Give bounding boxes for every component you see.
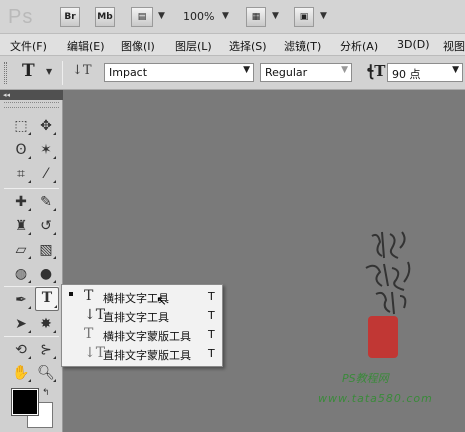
photoshop-window: Ps Br Mb ▤ ▼ 100% ▼ ▦ ▼ ▣ ▼ 文件(F) 编辑(E) … bbox=[0, 0, 465, 432]
font-family-select[interactable]: Impact ▼ bbox=[104, 63, 254, 82]
flyout-item-vertical-type-mask[interactable]: ↓T 直排文字蒙版工具 T bbox=[62, 344, 222, 363]
divider bbox=[4, 188, 59, 189]
selected-bullet-icon bbox=[69, 292, 73, 296]
mouse-cursor-icon: ↖ bbox=[156, 294, 167, 309]
zoom-tool-icon[interactable]: 🔍︎ bbox=[35, 362, 57, 384]
mini-bridge-button[interactable]: Mb bbox=[95, 7, 115, 27]
screen-mode-dropdown-icon[interactable]: ▼ bbox=[320, 11, 327, 21]
marquee-tool-icon[interactable]: ⬚ bbox=[10, 115, 32, 137]
arrange-documents-icon[interactable]: ▦ bbox=[246, 7, 266, 27]
screen-mode-icon[interactable]: ▣ bbox=[294, 7, 314, 27]
options-grip[interactable] bbox=[4, 62, 7, 84]
tools-panel: ◂◂ ⬚ ✥ ʘ ✶ ⌗ ⁄ ✚ ✎ ♜ ↺ ▱ ▧ ◍ ● ✒ T ➤ ✸ ⟲… bbox=[0, 90, 63, 432]
font-style-select[interactable]: Regular ▼ bbox=[260, 63, 352, 82]
type-tool-flyout: T 横排文字工具 T ↓T 直排文字工具 T T 横排文字蒙版工具 T ↓T 直… bbox=[61, 284, 223, 367]
magic-wand-tool-icon[interactable]: ✶ bbox=[35, 139, 57, 161]
pen-tool-icon[interactable]: ✒ bbox=[10, 289, 32, 311]
lasso-tool-icon[interactable]: ʘ bbox=[10, 139, 32, 161]
font-size-value: 90 点 bbox=[392, 68, 421, 81]
zoom-level[interactable]: 100% bbox=[183, 10, 214, 23]
menu-select[interactable]: 选择(S) bbox=[229, 38, 267, 54]
menu-3d[interactable]: 3D(D) bbox=[397, 38, 430, 51]
custom-shape-tool-icon[interactable]: ✸ bbox=[35, 313, 57, 335]
watermark-url: www.tata580.com bbox=[318, 392, 433, 405]
chevron-down-icon: ▼ bbox=[452, 65, 459, 75]
flyout-item-shortcut: T bbox=[208, 347, 215, 360]
panel-collapse-button[interactable]: ◂◂ bbox=[0, 90, 63, 100]
flyout-item-label: 横排文字蒙版工具 bbox=[103, 330, 191, 343]
menu-view[interactable]: 视图 bbox=[443, 38, 465, 54]
hand-tool-icon[interactable]: ✋ bbox=[10, 362, 32, 384]
eyedropper-tool-icon[interactable]: ⁄ bbox=[35, 163, 57, 185]
font-style-value: Regular bbox=[265, 66, 308, 79]
tool-preset-dropdown-icon[interactable]: ▼ bbox=[46, 67, 52, 76]
menu-file[interactable]: 文件(F) bbox=[10, 38, 47, 54]
red-seal-stamp bbox=[368, 316, 398, 358]
history-brush-tool-icon[interactable]: ↺ bbox=[35, 215, 57, 237]
healing-brush-tool-icon[interactable]: ✚ bbox=[10, 191, 32, 213]
swap-colors-icon[interactable]: ↰ bbox=[42, 388, 50, 398]
view-extras-icon[interactable]: ▤ bbox=[131, 7, 153, 27]
flyout-item-label: 直排文字蒙版工具 bbox=[103, 349, 191, 362]
ps-logo: Ps bbox=[8, 6, 34, 28]
options-bar: T ▼ ↓T Impact ▼ Regular ▼ ꞎT 90 点 ▼ bbox=[0, 56, 465, 90]
horizontal-type-icon: T bbox=[84, 288, 94, 304]
flyout-item-horizontal-type[interactable]: T 横排文字工具 T bbox=[62, 287, 222, 306]
flyout-item-shortcut: T bbox=[208, 328, 215, 341]
flyout-item-shortcut: T bbox=[208, 309, 215, 322]
flyout-item-shortcut: T bbox=[208, 290, 215, 303]
3d-orbit-tool-icon[interactable]: ⊱ bbox=[35, 339, 57, 361]
dodge-tool-icon[interactable]: ● bbox=[35, 263, 57, 285]
watermark-site-name: PS教程网 bbox=[342, 372, 389, 385]
divider bbox=[62, 61, 63, 85]
eraser-tool-icon[interactable]: ▱ bbox=[10, 239, 32, 261]
flyout-item-label: 直排文字工具 bbox=[103, 311, 169, 324]
flyout-item-horizontal-type-mask[interactable]: T 横排文字蒙版工具 T bbox=[62, 325, 222, 344]
application-bar: Ps Br Mb ▤ ▼ 100% ▼ ▦ ▼ ▣ ▼ bbox=[0, 0, 465, 34]
divider bbox=[4, 336, 59, 337]
move-tool-icon[interactable]: ✥ bbox=[35, 115, 57, 137]
toggle-text-orientation-icon[interactable]: ↓T bbox=[72, 63, 92, 78]
gradient-tool-icon[interactable]: ▧ bbox=[35, 239, 57, 261]
type-tool-preset-icon[interactable]: T bbox=[22, 61, 35, 81]
font-family-value: Impact bbox=[109, 66, 148, 79]
type-tool-icon[interactable]: T bbox=[35, 287, 59, 311]
horizontal-type-mask-icon: T bbox=[84, 326, 94, 342]
menu-edit[interactable]: 编辑(E) bbox=[67, 38, 105, 54]
foreground-color-swatch[interactable] bbox=[11, 388, 39, 416]
brush-tool-icon[interactable]: ✎ bbox=[35, 191, 57, 213]
chevron-down-icon: ▼ bbox=[243, 65, 250, 75]
font-size-select[interactable]: 90 点 ▼ bbox=[387, 63, 463, 82]
3d-rotate-tool-icon[interactable]: ⟲ bbox=[10, 339, 32, 361]
clone-stamp-tool-icon[interactable]: ♜ bbox=[10, 215, 32, 237]
crop-tool-icon[interactable]: ⌗ bbox=[10, 163, 32, 185]
bridge-button[interactable]: Br bbox=[60, 7, 80, 27]
view-extras-dropdown-icon[interactable]: ▼ bbox=[158, 11, 165, 21]
font-size-icon: ꞎT bbox=[367, 62, 386, 80]
menu-analysis[interactable]: 分析(A) bbox=[340, 38, 378, 54]
zoom-dropdown-icon[interactable]: ▼ bbox=[222, 11, 229, 21]
chevron-down-icon: ▼ bbox=[341, 65, 348, 75]
vertical-type-icon: ↓T bbox=[84, 307, 106, 323]
blur-tool-icon[interactable]: ◍ bbox=[10, 263, 32, 285]
flyout-item-vertical-type[interactable]: ↓T 直排文字工具 T bbox=[62, 306, 222, 325]
menu-bar: 文件(F) 编辑(E) 图像(I) 图层(L) 选择(S) 滤镜(T) 分析(A… bbox=[0, 34, 465, 56]
menu-layer[interactable]: 图层(L) bbox=[175, 38, 212, 54]
menu-filter[interactable]: 滤镜(T) bbox=[284, 38, 321, 54]
panel-grip[interactable] bbox=[4, 102, 59, 108]
arrange-dropdown-icon[interactable]: ▼ bbox=[272, 11, 279, 21]
signature-watermark bbox=[365, 231, 411, 315]
menu-image[interactable]: 图像(I) bbox=[121, 38, 155, 54]
vertical-type-mask-icon: ↓T bbox=[84, 345, 106, 361]
path-selection-tool-icon[interactable]: ➤ bbox=[10, 313, 32, 335]
